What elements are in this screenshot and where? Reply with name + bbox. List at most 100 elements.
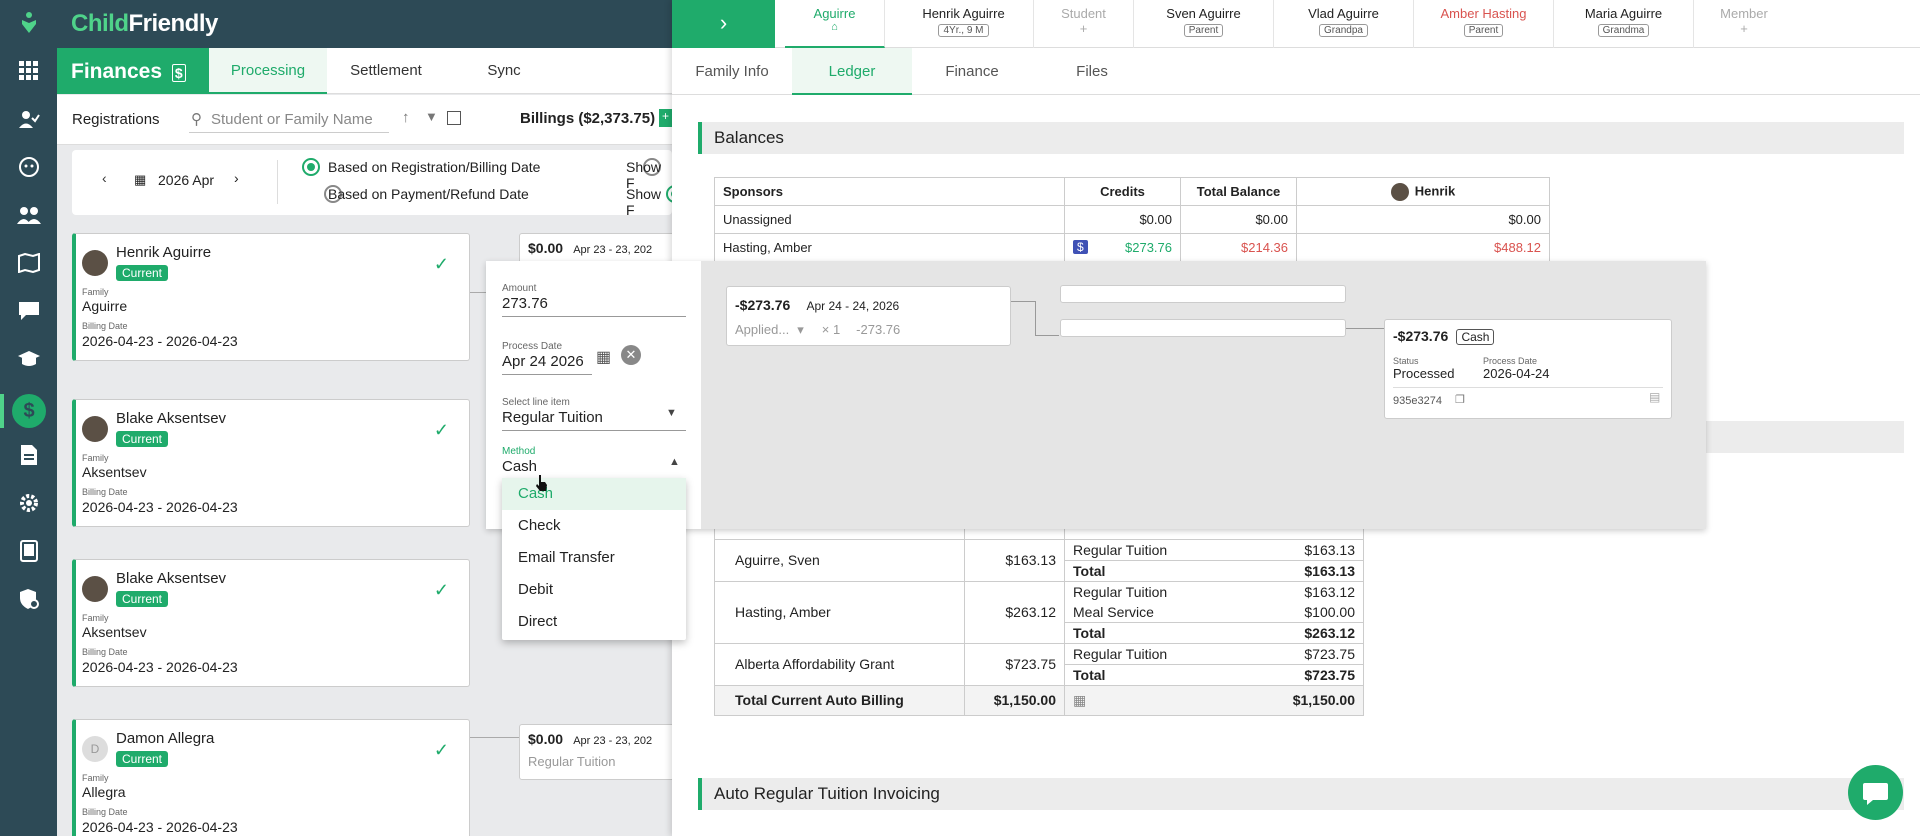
brand-logo[interactable]: ChildFriendly	[71, 10, 218, 38]
search-input[interactable]: ⚲ Student or Family Name	[189, 107, 389, 133]
payment-mini-card[interactable]: $0.00 Apr 23 - 23, 202 Regular Tuition	[519, 724, 679, 780]
member-add-student[interactable]: Student +	[1034, 0, 1134, 48]
expand-panel-button[interactable]: ›	[672, 0, 775, 48]
sort-arrow-icon[interactable]: ↑	[402, 109, 410, 126]
avatar	[82, 250, 108, 276]
registration-card[interactable]: D Damon Allegra Current ✓ Family Allegra…	[72, 719, 470, 836]
process-date-input[interactable]: Apr 24 2026	[502, 353, 584, 370]
admin-shield-icon[interactable]	[16, 586, 42, 612]
table-row: Hasting, Amber $ $273.76 $214.36 $488.12	[714, 233, 1550, 262]
tab-ledger[interactable]: Ledger	[792, 48, 912, 95]
col-henrik: Henrik	[1296, 177, 1550, 206]
status-badge: Current	[116, 265, 169, 281]
family-sub-tabs: Family Info Ledger Finance Files	[672, 48, 1920, 95]
plus-icon: +	[1079, 21, 1088, 36]
calendar-icon[interactable]: ▦	[596, 347, 611, 367]
col-sponsors: Sponsors	[714, 177, 1065, 206]
member-amber[interactable]: Amber Hasting Parent	[1414, 0, 1554, 48]
processed-payment-card[interactable]: -$273.76 Cash Status Processed Process D…	[1384, 319, 1672, 419]
payment-id: 935e3274	[1393, 395, 1442, 407]
tab-processing[interactable]: Processing	[209, 48, 327, 94]
registration-card[interactable]: Henrik Aguirre Current ✓ Family Aguirre …	[72, 233, 470, 361]
tablet-icon[interactable]	[16, 538, 42, 564]
settings-gear-icon[interactable]	[16, 490, 42, 516]
prev-month-icon[interactable]: ‹	[102, 170, 107, 186]
total-amount: $1,150.00	[964, 684, 1065, 716]
messages-icon[interactable]	[16, 298, 42, 324]
line-item-label: Select line item	[502, 397, 570, 408]
option-email-transfer[interactable]: Email Transfer	[502, 542, 686, 574]
table-row: Alberta Affordability Grant $723.75 Regu…	[714, 642, 1364, 686]
amount-input[interactable]: 273.76	[502, 295, 548, 312]
chevron-up-icon[interactable]: ▲	[669, 456, 680, 468]
method-dropdown: Cash Check Email Transfer Debit Direct	[502, 478, 686, 640]
radio-registration-label: Based on Registration/Billing Date	[328, 159, 541, 175]
add-billing-button[interactable]: +	[659, 109, 672, 127]
student-name: Damon Allegra	[116, 730, 215, 747]
member-vlad[interactable]: Vlad Aguirre Grandpa	[1274, 0, 1414, 48]
member-name: Henrik Aguirre	[922, 6, 1005, 21]
tab-family-info[interactable]: Family Info	[672, 48, 792, 95]
month-label[interactable]: 2026 Apr	[158, 172, 214, 188]
learning-icon[interactable]	[16, 346, 42, 372]
member-bar: › Aguirre ⌂ Henrik Aguirre 4Yr., 9 M Stude…	[672, 0, 1920, 48]
connector-line	[1346, 328, 1384, 329]
option-cash[interactable]: Cash	[502, 478, 686, 510]
option-debit[interactable]: Debit	[502, 574, 686, 606]
clear-date-icon[interactable]: ✕	[621, 345, 641, 365]
entry-range: Apr 24 - 24, 2026	[806, 299, 900, 313]
member-maria[interactable]: Maria Aguirre Grandma	[1554, 0, 1694, 48]
registration-card[interactable]: Blake Aksentsev Current ✓ Family Aksents…	[72, 399, 470, 527]
check-icon: ✓	[433, 580, 449, 600]
auto-tuition-heading: Auto Regular Tuition Invoicing	[698, 778, 1904, 810]
radio-registration-date[interactable]	[302, 158, 320, 177]
member-henrik[interactable]: Henrik Aguirre 4Yr., 9 M	[894, 0, 1034, 48]
filter-icon[interactable]: ▼	[425, 109, 438, 124]
next-month-icon[interactable]: ›	[234, 170, 239, 186]
copy-icon[interactable]: ❐	[1455, 393, 1465, 406]
registration-card[interactable]: Blake Aksentsev Current ✓ Family Aksents…	[72, 559, 470, 687]
cell-sponsor: Hasting, Amber	[714, 233, 1065, 262]
tab-finance[interactable]: Finance	[912, 48, 1032, 95]
search-placeholder: Student or Family Name	[211, 111, 373, 128]
child-icon[interactable]	[16, 154, 42, 180]
entry-applied[interactable]: Applied...	[735, 322, 789, 337]
finances-header: Finances $ Processing Settlement Sync	[57, 48, 672, 94]
map-icon[interactable]	[16, 250, 42, 276]
method-select[interactable]: Cash	[502, 458, 537, 475]
option-check[interactable]: Check	[502, 510, 686, 542]
chat-button[interactable]	[1848, 765, 1903, 820]
option-direct[interactable]: Direct	[502, 606, 686, 638]
member-name: Vlad Aguirre	[1308, 6, 1379, 21]
finance-dollar-icon[interactable]: $	[12, 394, 46, 428]
credit-dollar-icon[interactable]: $	[1073, 240, 1088, 254]
empty-slot[interactable]	[1060, 319, 1346, 337]
tab-settlement[interactable]: Settlement	[327, 48, 445, 94]
documents-icon[interactable]	[16, 442, 42, 468]
receipt-icon[interactable]: ▤	[1649, 390, 1660, 404]
member-add[interactable]: Member +	[1694, 0, 1794, 48]
calculator-icon[interactable]: ▦	[1073, 692, 1086, 709]
avatar	[82, 576, 108, 602]
member-role: 4Yr., 9 M	[938, 24, 989, 37]
tab-sync[interactable]: Sync	[445, 48, 563, 94]
member-family-aguirre[interactable]: Aguirre ⌂	[785, 0, 885, 48]
cell-sponsor: Alberta Affordability Grant	[714, 642, 965, 686]
chevron-down-icon[interactable]: ▼	[666, 407, 677, 419]
cell-breakdown: Regular Tuition $723.75 Total $723.75	[1064, 642, 1364, 686]
empty-slot[interactable]	[1060, 285, 1346, 303]
tab-files[interactable]: Files	[1032, 48, 1152, 95]
method-label: Method	[502, 446, 536, 457]
apps-grid-icon[interactable]	[16, 58, 42, 84]
ledger-entry-card[interactable]: -$273.76 Apr 24 - 24, 2026 Applied... ▾ × …	[726, 286, 1011, 346]
cell-amount: $163.13	[964, 538, 1065, 582]
member-name: Amber Hasting	[1440, 6, 1527, 21]
member-sven[interactable]: Sven Aguirre Parent	[1134, 0, 1274, 48]
attendance-icon[interactable]	[16, 106, 42, 132]
chevron-down-icon[interactable]: ▾	[797, 322, 804, 337]
select-all-checkbox[interactable]	[447, 111, 461, 125]
families-icon[interactable]	[16, 202, 42, 228]
line-item-select[interactable]: Regular Tuition	[502, 409, 603, 426]
app-logo-icon[interactable]	[16, 10, 42, 36]
col-henrik-label: Henrik	[1414, 182, 1456, 198]
